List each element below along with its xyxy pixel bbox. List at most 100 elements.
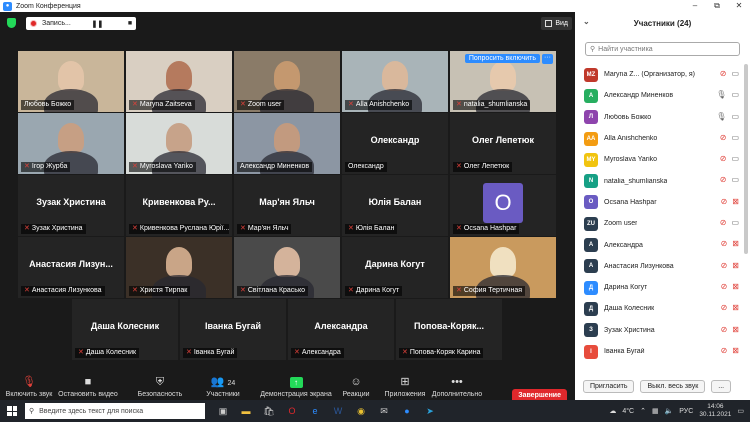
camera-off-icon: ⊠ bbox=[732, 324, 739, 334]
video-tile[interactable]: Дарина Когут ✕ Дарина Когут bbox=[342, 237, 448, 298]
mail-icon[interactable]: ✉ bbox=[378, 406, 390, 417]
weather-icon[interactable]: ☁ bbox=[609, 407, 616, 415]
participant-row[interactable]: Nnatalia_shumlianska ⊘ ▭ bbox=[575, 170, 743, 191]
invite-button[interactable]: Пригласить bbox=[583, 379, 635, 393]
video-tile[interactable]: Олександр Олександр bbox=[342, 113, 448, 174]
maximize-button[interactable]: ⧉ bbox=[706, 0, 728, 12]
participant-row[interactable]: Л Любовь Божко 🎙 ▭ bbox=[575, 107, 743, 128]
view-button[interactable]: Вид bbox=[541, 17, 572, 30]
more-button[interactable]: ••• Дополнительно bbox=[430, 375, 484, 398]
participant-row[interactable]: MY Myroslava Yariko ⊘ ▭ bbox=[575, 149, 743, 170]
video-tile[interactable]: O ✕ Ocsana Hashpar bbox=[450, 175, 556, 236]
video-tile[interactable]: Попросить включить ··· ✕ natalia_shumliansk… bbox=[450, 51, 556, 112]
tile-more-button[interactable]: ··· bbox=[542, 54, 553, 64]
video-tile[interactable]: Даша Колесник ✕ Даша Колесник bbox=[72, 299, 178, 360]
tray-chevron-icon[interactable]: ⌃ bbox=[640, 407, 646, 415]
video-tile[interactable]: ✕ Alla Anishchenko bbox=[342, 51, 448, 112]
participant-row[interactable]: А Александр Миненков 🎙 ▭ bbox=[575, 85, 743, 106]
edge-icon[interactable]: e bbox=[309, 406, 321, 417]
video-tile[interactable]: ✕ Maryna Zaitseva bbox=[126, 51, 232, 112]
telegram-icon[interactable]: ➤ bbox=[424, 406, 436, 417]
video-tile[interactable]: ✕ Світлана Красько bbox=[234, 237, 340, 298]
pause-recording-button[interactable]: ❚❚ bbox=[91, 20, 104, 28]
stop-video-button[interactable]: ■ Остановить видео bbox=[58, 375, 118, 398]
video-tile[interactable]: Іванка Бугай ✕ Іванка Бугай bbox=[180, 299, 286, 360]
tile-name-label: ✕ Кривенкова Руслана Юрії... bbox=[129, 224, 229, 234]
video-tile[interactable]: ✕ София Тертичная bbox=[450, 237, 556, 298]
minimize-button[interactable]: – bbox=[684, 0, 706, 12]
video-tile[interactable]: Александра ✕ Александра bbox=[288, 299, 394, 360]
taskbar-clock[interactable]: 14:06 30.11.2021 bbox=[699, 403, 731, 419]
store-icon[interactable]: 🛍 bbox=[263, 406, 275, 417]
camera-off-icon: ⊠ bbox=[732, 239, 739, 249]
participant-row[interactable]: Д Дарина Когут ⊘ ⊠ bbox=[575, 277, 743, 298]
video-tile[interactable]: Любовь Божко bbox=[18, 51, 124, 112]
participant-row[interactable]: O Ocsana Hashpar ⊘ ⊠ bbox=[575, 192, 743, 213]
participants-button[interactable]: 👥 24 Участники bbox=[198, 375, 248, 398]
tile-display-name: Кривенкова Ру... bbox=[142, 197, 216, 207]
tile-display-name: Олег Лепетюк bbox=[472, 135, 534, 145]
apps-button[interactable]: ⊞ Приложения bbox=[380, 375, 430, 398]
participant-status: 🎙 ▭ bbox=[716, 112, 739, 121]
video-tile[interactable]: Зузак Христина ✕ Зузак Христина bbox=[18, 175, 124, 236]
search-icon: ⚲ bbox=[29, 408, 35, 415]
task-view-icon[interactable]: ▣ bbox=[217, 406, 229, 417]
ask-to-unmute-button[interactable]: Попросить включить bbox=[464, 54, 540, 63]
video-tile[interactable]: Анастасия Лизун... ✕ Анастасия Лизункова bbox=[18, 237, 124, 298]
video-tile[interactable]: ✕ Myroslava Yariko bbox=[126, 113, 232, 174]
close-button[interactable]: ✕ bbox=[728, 0, 750, 12]
mic-muted-icon: ✕ bbox=[24, 163, 30, 170]
security-button[interactable]: ⛨ Безопасность bbox=[134, 375, 186, 398]
video-tile[interactable]: Юлія Балан ✕ Юлія Балан bbox=[342, 175, 448, 236]
taskbar-search-input[interactable]: ⚲ Введите здесь текст для поиска bbox=[25, 403, 205, 419]
language-indicator[interactable]: РУС bbox=[679, 408, 693, 415]
volume-icon[interactable]: 🔈 bbox=[665, 407, 674, 415]
stop-recording-button[interactable]: ■ bbox=[124, 20, 136, 27]
participant-row[interactable]: MZ Maryna Z... (Организатор, я) ⊘ ▭ bbox=[575, 64, 743, 85]
video-tile[interactable]: Александр Миненков bbox=[234, 113, 340, 174]
participant-search-input[interactable]: ⚲ Найти участника bbox=[585, 42, 740, 56]
participant-row[interactable]: AA Alla Anishchenko ⊘ ▭ bbox=[575, 128, 743, 149]
word-icon[interactable]: W bbox=[332, 406, 344, 417]
participant-row[interactable]: І Іванка Бугай ⊘ ⊠ bbox=[575, 341, 743, 362]
participant-row[interactable]: ZU Zoom user ⊘ ▭ bbox=[575, 213, 743, 234]
video-tile[interactable]: Попова-Коряк... ✕ Попова-Коряк Карина bbox=[396, 299, 502, 360]
tile-name-text: София Тертичная bbox=[463, 287, 523, 294]
reactions-button[interactable]: ☺ Реакции bbox=[338, 375, 374, 398]
file-explorer-icon[interactable]: ▬ bbox=[240, 406, 252, 417]
search-icon: ⚲ bbox=[590, 46, 596, 53]
tile-name-label: Олександр bbox=[345, 162, 387, 172]
tile-name-text: Александр Миненков bbox=[240, 163, 310, 170]
notifications-icon[interactable]: ▭ bbox=[737, 407, 744, 415]
participant-row[interactable]: А Александра ⊘ ⊠ bbox=[575, 234, 743, 255]
network-icon[interactable]: ▦ bbox=[652, 407, 659, 415]
recording-dot-icon bbox=[30, 20, 37, 27]
participant-status: 🎙 ▭ bbox=[716, 90, 739, 99]
microphone-muted-icon: 🎙 bbox=[22, 376, 36, 388]
participant-row[interactable]: Д Даша Колесник ⊘ ⊠ bbox=[575, 298, 743, 319]
zoom-taskbar-icon[interactable]: ● bbox=[401, 406, 413, 417]
chrome-icon[interactable]: ◉ bbox=[355, 406, 367, 417]
camera-icon: ▭ bbox=[731, 69, 739, 78]
video-tile[interactable]: ✕ Zoom user bbox=[234, 51, 340, 112]
weather-temp[interactable]: 4°C bbox=[622, 408, 634, 415]
video-tile[interactable]: ✕ Ігор Журба bbox=[18, 113, 124, 174]
unmute-button[interactable]: 🎙 Включить звук bbox=[4, 375, 54, 398]
participant-list-scrollbar[interactable] bbox=[744, 64, 748, 254]
video-tile[interactable]: Кривенкова Ру... ✕ Кривенкова Руслана Юрії… bbox=[126, 175, 232, 236]
chevron-down-icon[interactable]: ⌄ bbox=[583, 17, 590, 26]
tile-name-label: ✕ Мар'ян Яльч bbox=[237, 224, 292, 234]
unmute-label: Включить звук bbox=[5, 391, 53, 398]
windows-start-icon[interactable] bbox=[7, 406, 17, 416]
mute-all-button[interactable]: Выкл. весь звук bbox=[640, 379, 706, 393]
participant-row[interactable]: А Анастасия Лизункова ⊘ ⊠ bbox=[575, 256, 743, 277]
video-tile[interactable]: Мар'ян Яльч ✕ Мар'ян Яльч bbox=[234, 175, 340, 236]
panel-more-button[interactable]: ... bbox=[711, 379, 732, 393]
tile-name-label: ✕ Олег Лепетюк bbox=[453, 162, 513, 172]
share-screen-button[interactable]: ↑ Демонстрация экрана bbox=[258, 375, 334, 398]
participant-row[interactable]: З Зузак Христина ⊘ ⊠ bbox=[575, 320, 743, 341]
video-tile[interactable]: ✕ Христя Тирпак bbox=[126, 237, 232, 298]
video-tile[interactable]: Олег Лепетюк ✕ Олег Лепетюк bbox=[450, 113, 556, 174]
encryption-shield-icon[interactable] bbox=[7, 18, 16, 28]
opera-icon[interactable]: O bbox=[286, 406, 298, 417]
